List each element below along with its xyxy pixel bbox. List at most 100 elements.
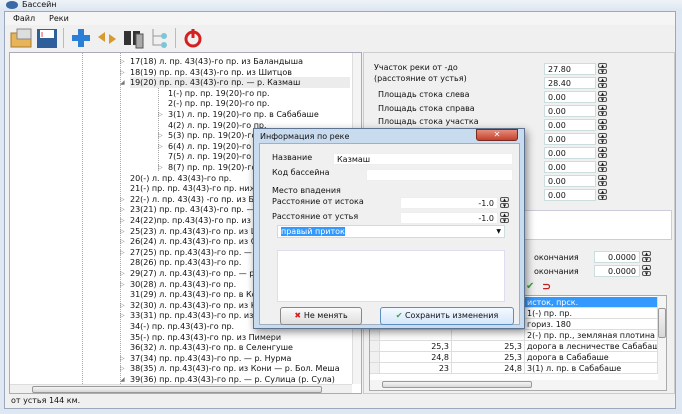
table-row[interactable]: 24,8 25,3 дорога в Сабабаше xyxy=(370,352,658,363)
tree-item[interactable]: ▷ 17(18) л. пр. 43(43)-го пр. из Баландыш… xyxy=(120,56,350,67)
from-source-spinner[interactable]: ▲ ▼ xyxy=(500,197,509,209)
end2-label: окончания xyxy=(534,267,579,276)
value-spinner[interactable]: ▲ ▼ xyxy=(598,119,607,131)
value-input[interactable]: 0.00 xyxy=(544,161,596,173)
tree-item-label: 37(34) пр. пр.43(43)-го пр. — р. Нурма xyxy=(130,353,292,363)
tree-item[interactable]: ▷ 38(35) л. пр.43(43)-го пр. из Кони — р.… xyxy=(120,363,350,374)
expand-icon[interactable]: ▷ xyxy=(158,162,163,173)
value-input[interactable]: 0.00 xyxy=(544,119,596,131)
expand-icon[interactable]: ▷ xyxy=(120,194,125,205)
tree-icon[interactable] xyxy=(147,27,171,49)
save-icon[interactable]: I xyxy=(35,27,59,49)
value-spinner[interactable]: ▲ ▼ xyxy=(598,175,607,187)
expand-icon[interactable]: ▷ xyxy=(120,353,125,364)
add-icon[interactable] xyxy=(69,27,93,49)
name-input[interactable]: Казмаш xyxy=(333,153,513,165)
table-cell: дорога в лесничестве Сабабаш xyxy=(525,341,658,352)
value-spinner[interactable]: ▲ ▼ xyxy=(598,161,607,173)
end2-spinner[interactable]: ▲ ▼ xyxy=(642,265,651,277)
table-vertical-scrollbar[interactable] xyxy=(658,296,666,380)
expand-icon[interactable]: ▷ xyxy=(158,109,163,120)
value-spinner[interactable]: ▲ ▼ xyxy=(598,105,607,117)
code-input[interactable] xyxy=(366,169,513,181)
save-button[interactable]: ✔ Сохранить изменения xyxy=(380,307,514,325)
binoculars-icon[interactable] xyxy=(121,27,145,49)
collapse-icon[interactable]: ◢ xyxy=(120,77,125,88)
from-mouth-input[interactable]: -1.0 xyxy=(400,212,498,224)
value-spinner[interactable]: ▲ ▼ xyxy=(598,77,607,89)
value-input[interactable]: 0.00 xyxy=(544,175,596,187)
expand-icon[interactable]: ▷ xyxy=(120,300,125,311)
expand-icon[interactable]: ▷ xyxy=(158,130,163,141)
value-input[interactable]: 0.00 xyxy=(544,133,596,145)
power-icon[interactable] xyxy=(181,27,205,49)
table-cell: 24,8 xyxy=(380,352,452,363)
expand-icon[interactable]: ▷ xyxy=(120,363,125,374)
end1-label: окончания xyxy=(534,253,579,262)
tree-item[interactable]: ▷ 37(34) пр. пр.43(43)-го пр. — р. Нурма xyxy=(120,353,350,364)
value-spinner[interactable]: ▲ ▼ xyxy=(598,63,607,75)
value-input[interactable]: 0.00 xyxy=(544,189,596,201)
tree-item[interactable]: 35(-) пр. пр.43(43)-го пр. из Пимери xyxy=(130,332,350,343)
expand-icon[interactable]: ▷ xyxy=(120,56,125,67)
expand-icon[interactable]: ▷ xyxy=(120,310,125,321)
table-cell: 23 xyxy=(380,363,452,374)
end2-input[interactable]: 0.0000 xyxy=(594,265,640,277)
cancel-button[interactable]: ✖ Не менять xyxy=(280,307,362,325)
end1-input[interactable]: 0.0000 xyxy=(594,251,640,263)
value-input[interactable]: 0.00 xyxy=(544,91,596,103)
expand-icon[interactable]: ▷ xyxy=(120,226,125,237)
tree-horizontal-scrollbar[interactable] xyxy=(10,384,352,393)
end1-spinner[interactable]: ▲ ▼ xyxy=(642,251,651,263)
expand-icon[interactable]: ▷ xyxy=(120,279,125,290)
tree-item-label: 28(26) пр. пр.43(43)-го пр. xyxy=(130,258,242,268)
tree-item-label: 4(2) л. пр. 19(20)-го пр. xyxy=(168,120,267,130)
tree-item[interactable]: ▷ 3(1) л. пр. 19(20)-го пр. в Сабабаше xyxy=(158,109,350,120)
row-header xyxy=(370,330,380,341)
tree-item-label: 19(20) пр. пр. 43(43)-го пр. — р. Казмаш xyxy=(130,78,301,88)
move-icon[interactable] xyxy=(95,27,119,49)
table-row[interactable]: 2(-) пр. пр., земляная плотина xyxy=(370,330,658,341)
expand-icon[interactable]: ▷ xyxy=(120,247,125,258)
table-cell: 2(-) пр. пр., земляная плотина xyxy=(525,330,658,341)
value-spinner[interactable]: ▲ ▼ xyxy=(598,189,607,201)
expand-icon[interactable]: ▷ xyxy=(120,204,125,215)
from-mouth-spinner[interactable]: ▲ ▼ xyxy=(500,212,509,224)
value-spinner[interactable]: ▲ ▼ xyxy=(598,91,607,103)
expand-icon[interactable]: ▷ xyxy=(120,236,125,247)
check-icon[interactable]: ✔ xyxy=(526,281,534,292)
open-folder-icon[interactable] xyxy=(9,27,33,49)
value-input[interactable]: 0.00 xyxy=(544,105,596,117)
close-button[interactable]: ✕ xyxy=(476,129,518,141)
tree-item-label: 36(32) л. пр.43(43)-го пр. в Селенгуше xyxy=(130,343,293,353)
tree-item[interactable]: 1(-) пр. пр. 19(20)-го пр. xyxy=(168,88,350,99)
window-title: Бассейн xyxy=(22,0,57,9)
table-row[interactable]: 25,3 25,3 дорога в лесничестве Сабабаш xyxy=(370,341,658,352)
selected-option: правый приток xyxy=(281,227,345,236)
tree-item[interactable]: ▷ 18(19) пр. пр. 43(43)-го пр. из Шитцов xyxy=(120,67,350,78)
menu-file[interactable]: Файл xyxy=(13,14,35,23)
value-input[interactable]: 28.40 xyxy=(544,77,596,89)
expand-icon[interactable]: ▷ xyxy=(120,268,125,279)
value-input[interactable]: 27.80 xyxy=(544,63,596,75)
tree-item[interactable]: 36(32) л. пр.43(43)-го пр. в Селенгуше xyxy=(130,342,350,353)
expand-icon[interactable]: ▷ xyxy=(120,215,125,226)
table-horizontal-scrollbar[interactable] xyxy=(370,380,666,390)
chevron-down-icon: ▼ xyxy=(496,228,501,235)
dialog-title: Информация по реке xyxy=(260,132,350,141)
value-spinner[interactable]: ▲ ▼ xyxy=(598,133,607,145)
tree-item[interactable]: 2(-) пр. пр. 19(20)-го пр. xyxy=(168,98,350,109)
table-cell: 1(-) пр. пр. xyxy=(525,308,658,319)
from-source-input[interactable]: -1.0 xyxy=(400,197,498,209)
tree-item-label: 34(-) пр. пр.43(43)-го пр. xyxy=(130,322,235,331)
value-input[interactable]: 0.00 xyxy=(544,147,596,159)
tree-item[interactable]: ◢ 19(20) пр. пр. 43(43)-го пр. — р. Казма… xyxy=(120,77,350,89)
undo-icon[interactable]: ⊃ xyxy=(542,280,551,293)
tributary-side-select[interactable]: правый приток ▼ xyxy=(277,225,505,238)
expand-icon[interactable]: ▷ xyxy=(158,141,163,152)
value-spinner[interactable]: ▲ ▼ xyxy=(598,147,607,159)
dialog-notes[interactable] xyxy=(277,250,505,302)
menu-rivers[interactable]: Реки xyxy=(49,14,69,23)
expand-icon[interactable]: ▷ xyxy=(120,67,125,78)
table-row[interactable]: 23 24,8 3(1) л. пр. в Сабабаше xyxy=(370,363,658,374)
